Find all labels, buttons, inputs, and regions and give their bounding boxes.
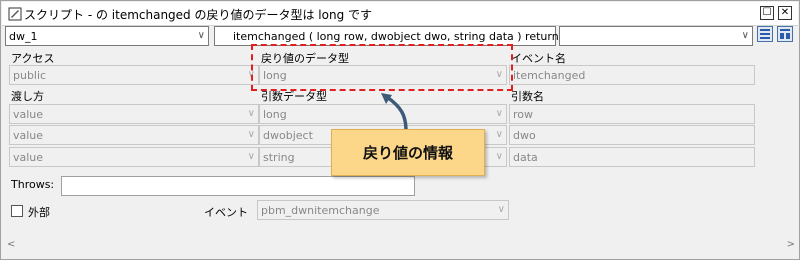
event-select[interactable]: itemchanged ( long row, dwobject dwo, st… <box>214 26 564 46</box>
event-name-field[interactable]: itemchanged <box>509 65 755 85</box>
event-id-select[interactable]: pbm_dwnitemchange ∨ <box>257 200 509 220</box>
callout-arrow-icon <box>381 93 408 132</box>
throws-field[interactable] <box>61 176 415 196</box>
horizontal-scrollbar[interactable]: < > <box>7 239 795 253</box>
event-label: イベント <box>204 206 248 219</box>
chevron-down-icon: ∨ <box>741 30 749 41</box>
layout-grid-icon[interactable] <box>777 26 793 42</box>
chevron-down-icon: ∨ <box>495 129 503 140</box>
arg-pass-select[interactable]: value ∨ <box>9 104 259 124</box>
event-name-label: イベント名 <box>511 52 566 65</box>
title-bar: スクリプト - の itemchanged の戻り値のデータ型は long です… <box>2 2 798 26</box>
external-label: 外部 <box>28 206 50 219</box>
chevron-down-icon: ∨ <box>247 108 255 119</box>
chevron-down-icon: ∨ <box>247 129 255 140</box>
external-checkbox[interactable] <box>11 205 23 217</box>
scroll-left-icon[interactable]: < <box>7 239 15 250</box>
arg-name-field[interactable]: dwo <box>509 125 755 145</box>
callout-text: 戻り値の情報 <box>362 144 453 162</box>
script-window: スクリプト - の itemchanged の戻り値のデータ型は long です… <box>0 0 800 260</box>
chevron-down-icon: ∨ <box>497 204 505 215</box>
pass-by-label: 渡し方 <box>11 90 44 103</box>
chevron-down-icon: ∨ <box>197 30 205 41</box>
object-select[interactable]: dw_1 ∨ <box>5 26 209 46</box>
arg-name-field[interactable]: data <box>509 147 755 167</box>
chevron-down-icon: ∨ <box>495 108 503 119</box>
callout-note: 戻り値の情報 <box>331 129 485 176</box>
window-title: スクリプト - の itemchanged の戻り値のデータ型は long です <box>24 8 373 22</box>
highlight-box <box>251 44 513 91</box>
arg-name-field[interactable]: row <box>509 104 755 124</box>
third-select[interactable]: ∨ <box>559 26 753 46</box>
close-button[interactable]: ✕ <box>778 6 792 20</box>
access-label: アクセス <box>11 52 55 65</box>
layout-list-icon[interactable] <box>757 26 773 42</box>
arg-name-label: 引数名 <box>511 90 544 103</box>
maximize-button[interactable]: ☐ <box>760 6 774 20</box>
scroll-right-icon[interactable]: > <box>787 239 795 250</box>
chevron-down-icon: ∨ <box>495 151 503 162</box>
throws-label: Throws: <box>11 178 55 191</box>
arg-pass-select[interactable]: value ∨ <box>9 125 259 145</box>
arg-pass-select[interactable]: value ∨ <box>9 147 259 167</box>
chevron-down-icon: ∨ <box>247 151 255 162</box>
access-select[interactable]: public ∨ <box>9 65 259 85</box>
script-icon <box>8 7 22 21</box>
